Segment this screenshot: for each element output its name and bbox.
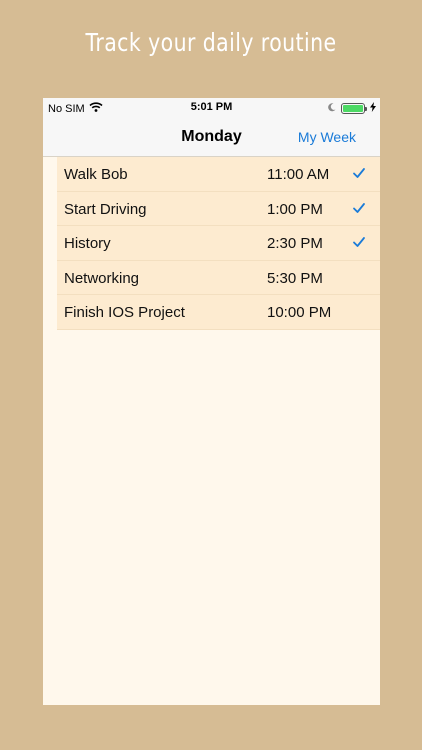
moon-icon	[328, 102, 336, 115]
task-time: 11:00 AM	[267, 166, 330, 183]
checkmark-icon	[352, 235, 366, 249]
task-row[interactable]: Start Driving 1:00 PM	[57, 191, 380, 226]
my-week-button[interactable]: My Week	[298, 129, 356, 145]
task-name: Finish IOS Project	[64, 304, 185, 321]
task-row[interactable]: History 2:30 PM	[57, 226, 380, 261]
task-row[interactable]: Networking 5:30 PM	[57, 260, 380, 295]
task-time: 10:00 PM	[267, 304, 332, 321]
status-bar: No SIM 5:01 PM	[43, 98, 380, 118]
status-right	[328, 102, 376, 115]
task-time: 1:00 PM	[267, 200, 323, 218]
battery-icon	[341, 103, 367, 114]
task-time: 2:30 PM	[267, 235, 323, 252]
task-row[interactable]: Finish IOS Project 10:00 PM	[57, 295, 380, 330]
checkmark-icon	[352, 201, 366, 215]
checkmark-icon	[352, 166, 366, 180]
task-name: Start Driving	[64, 200, 147, 218]
list-left-inset	[43, 157, 57, 330]
task-row[interactable]: Walk Bob 11:00 AM	[57, 157, 380, 192]
promo-title: Track your daily routine	[85, 28, 337, 57]
task-name: History	[64, 235, 111, 252]
task-time: 5:30 PM	[267, 269, 323, 287]
charging-bolt-icon	[370, 102, 376, 115]
navigation-bar: Monday My Week	[43, 118, 380, 157]
task-name: Networking	[64, 269, 140, 287]
phone-screen: No SIM 5:01 PM Monday My Week Walk Bob 1…	[43, 98, 380, 705]
task-name: Walk Bob	[64, 166, 128, 183]
task-list: Walk Bob 11:00 AM Start Driving 1:00 PM Hist…	[57, 157, 380, 330]
